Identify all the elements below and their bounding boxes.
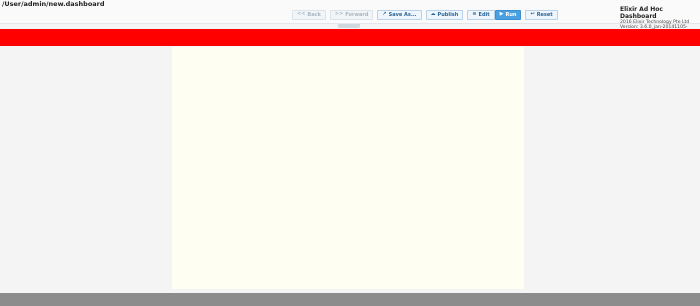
run-button[interactable]: ▶ Run [494,9,522,20]
cloud-upload-icon: ☁ [430,11,436,17]
collapse-handle[interactable] [338,24,360,28]
save-as-button[interactable]: ↗ Save As... [377,9,422,20]
reset-button[interactable]: ↩ Reset [525,9,558,20]
forward-button[interactable]: >> Forward [329,9,374,20]
file-path: /User/admin/new.dashboard [2,0,105,8]
play-icon: ▶ [499,11,504,17]
edit-button-label: Edit [478,11,490,18]
edit-button[interactable]: ≡ Edit [467,9,495,20]
list-icon: ≡ [472,11,477,17]
toolbar: << Back >> Forward ↗ Save As... ☁ Publis… [292,9,558,20]
double-left-arrow-icon: << [297,11,306,17]
forward-button-label: Forward [345,11,369,18]
external-save-icon: ↗ [382,11,387,17]
save-as-button-label: Save As... [388,11,417,18]
dashboard-canvas[interactable] [172,47,524,289]
publish-button-label: Publish [437,11,459,18]
top-bar: /User/admin/new.dashboard << Back >> For… [0,0,700,36]
double-right-arrow-icon: >> [334,11,344,17]
back-button-label: Back [307,11,321,18]
reset-arrow-icon: ↩ [530,11,535,17]
publish-button[interactable]: ☁ Publish [425,9,464,20]
run-button-label: Run [505,11,517,18]
footer-bar [0,293,700,306]
app-title: Elixir Ad Hoc Dashboard [620,6,663,20]
reset-button-label: Reset [536,11,553,18]
back-button[interactable]: << Back [292,9,326,20]
banner-bar [0,29,700,46]
